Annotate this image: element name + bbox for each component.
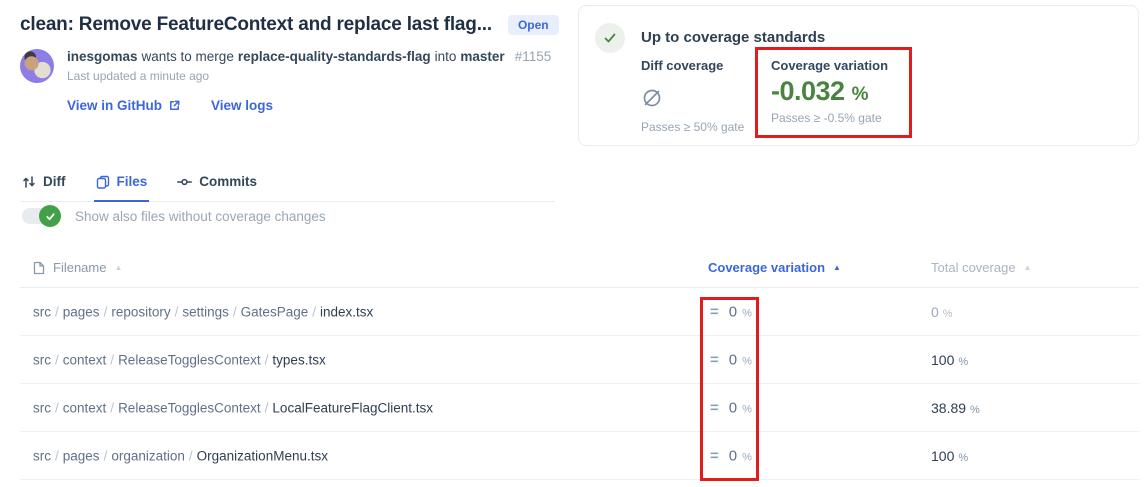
coverage-variation-cell: = 0 % [710, 303, 752, 320]
target-branch: master [460, 49, 505, 64]
view-logs-link[interactable]: View logs [211, 98, 273, 113]
toggle-check-icon [39, 205, 61, 227]
file-icon [33, 261, 45, 275]
file-path: src / context / ReleaseTogglesContext / types.… [33, 352, 326, 367]
variation-unit: % [742, 307, 752, 319]
pr-title: clean: Remove FeatureContext and replace… [20, 14, 492, 35]
column-header-filename[interactable]: Filename ▲ [33, 260, 122, 275]
coverage-variation-gate: Passes ≥ -0.5% gate [771, 111, 882, 125]
filter-toggle-label: Show also files without coverage changes [75, 208, 326, 224]
total-coverage-cell: 100 % [931, 352, 968, 368]
commit-icon [177, 175, 193, 189]
pr-status-badge: Open [507, 15, 559, 35]
file-path: src / pages / organization / OrganizationMenu.… [33, 448, 328, 463]
pr-meta-row: inesgomas wants to merge replace-quality… [20, 49, 565, 113]
view-in-github-link[interactable]: View in GitHub [67, 98, 181, 113]
variation-value: 0 [728, 351, 738, 368]
column-header-total-coverage-label: Total coverage [931, 260, 1016, 275]
file-path: src / pages / repository / settings / GatesPage /… [33, 304, 374, 319]
total-coverage-cell: 100 % [931, 448, 968, 464]
total-coverage-cell: 38.89 % [931, 400, 980, 416]
check-circle-icon [595, 23, 625, 53]
pr-meta-text: inesgomas wants to merge replace-quality… [67, 49, 551, 113]
coverage-card-title: Up to coverage standards [641, 29, 826, 46]
column-header-coverage-variation[interactable]: Coverage variation ▲ [708, 260, 841, 275]
coverage-variation-cell: = 0 % [710, 351, 752, 368]
avatar [20, 49, 54, 83]
total-coverage-value: 38.89 [931, 399, 967, 416]
coverage-variation-number: -0.032 [771, 76, 845, 106]
column-header-total-coverage[interactable]: Total coverage ▲ [931, 260, 1031, 275]
external-link-icon [168, 99, 181, 112]
table-row[interactable]: src / pages / repository / settings / GatesPage /… [20, 288, 1139, 336]
variation-value: 0 [728, 447, 738, 464]
merge-action-text: wants to merge [141, 49, 234, 64]
files-table: Filename ▲ Coverage variation ▲ Total co… [20, 253, 1139, 480]
file-path: src / context / ReleaseTogglesContext / LocalF… [33, 400, 433, 415]
merge-summary: inesgomas wants to merge replace-quality… [67, 49, 551, 64]
coverage-variation-column: Coverage variation -0.032 % Passes ≥ -0.… [771, 58, 888, 125]
tab-diff[interactable]: Diff [20, 172, 68, 202]
table-header-row: Filename ▲ Coverage variation ▲ Total co… [20, 253, 1139, 288]
table-body: src / pages / repository / settings / GatesPage /… [20, 288, 1139, 480]
author-name: inesgomas [67, 49, 138, 64]
column-header-filename-label: Filename [53, 260, 107, 275]
table-row[interactable]: src / context / ReleaseTogglesContext / types.… [20, 336, 1139, 384]
pr-number: #1155 [514, 49, 552, 64]
variation-value: 0 [728, 303, 738, 320]
pr-header: clean: Remove FeatureContext and replace… [20, 14, 565, 113]
source-branch: replace-quality-standards-flag [237, 49, 431, 64]
coverage-variation-cell: = 0 % [710, 447, 752, 464]
view-in-github-label: View in GitHub [67, 98, 163, 113]
tab-files[interactable]: Files [93, 172, 150, 202]
pull-request-coverage-page: clean: Remove FeatureContext and replace… [0, 0, 1145, 487]
variation-value: 0 [728, 399, 738, 416]
total-coverage-unit: % [958, 451, 969, 464]
tab-commits[interactable]: Commits [175, 172, 259, 202]
filter-toggle-row: Show also files without coverage changes [22, 204, 326, 228]
equals-icon: = [710, 399, 719, 416]
total-coverage-unit: % [958, 355, 969, 368]
equals-icon: = [710, 303, 719, 320]
total-coverage-value: 100 [931, 351, 955, 368]
last-updated-text: Last updated a minute ago [67, 69, 210, 83]
into-text: into [434, 49, 457, 64]
files-icon [96, 175, 110, 189]
tab-files-label: Files [116, 174, 148, 189]
coverage-standards-card: Up to coverage standards Diff coverage P… [578, 5, 1139, 146]
table-row[interactable]: src / context / ReleaseTogglesContext / LocalF… [20, 384, 1139, 432]
variation-unit: % [742, 355, 752, 367]
variation-unit: % [742, 403, 752, 415]
diff-coverage-column: Diff coverage Passes ≥ 50% gate [641, 58, 744, 134]
total-coverage-value: 0 [931, 303, 939, 320]
compare-icon [22, 175, 36, 189]
coverage-variation-value: -0.032 % [771, 76, 888, 106]
pr-title-row: clean: Remove FeatureContext and replace… [20, 14, 565, 36]
sort-arrow-active-icon: ▲ [833, 262, 841, 272]
diff-coverage-label: Diff coverage [641, 58, 724, 73]
total-coverage-value: 100 [931, 447, 955, 464]
total-coverage-unit: % [970, 403, 980, 416]
variation-unit: % [742, 451, 752, 463]
coverage-variation-unit: % [851, 84, 869, 105]
tab-commits-label: Commits [199, 174, 258, 189]
show-files-toggle[interactable] [22, 205, 61, 227]
sort-arrow-icon: ▲ [114, 262, 123, 272]
empty-set-icon [641, 83, 744, 113]
table-row[interactable]: src / pages / organization / OrganizationMenu.… [20, 432, 1139, 480]
coverage-variation-label: Coverage variation [771, 58, 889, 73]
column-header-coverage-variation-label: Coverage variation [708, 260, 826, 275]
tab-bar: Diff Files Commits [20, 172, 555, 202]
total-coverage-unit: % [942, 307, 953, 320]
diff-coverage-gate: Passes ≥ 50% gate [641, 120, 745, 134]
total-coverage-cell: 0 % [931, 304, 953, 320]
equals-icon: = [710, 351, 719, 368]
links-row: View in GitHub View logs [67, 98, 551, 113]
tab-diff-label: Diff [43, 174, 66, 189]
sort-arrow-icon: ▲ [1023, 262, 1032, 272]
coverage-variation-cell: = 0 % [710, 399, 752, 416]
equals-icon: = [710, 447, 719, 464]
